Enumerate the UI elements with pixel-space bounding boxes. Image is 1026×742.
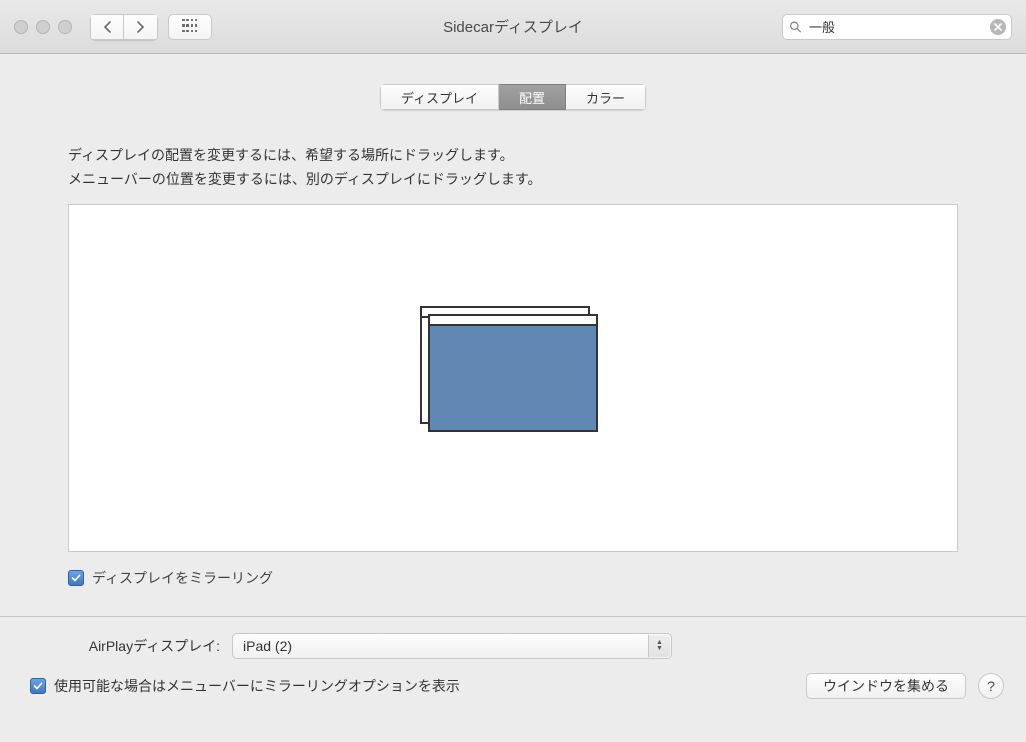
- question-icon: ?: [987, 678, 995, 694]
- mirror-displays-checkbox[interactable]: [68, 570, 84, 586]
- window-controls: [14, 20, 72, 34]
- forward-button[interactable]: [124, 14, 158, 40]
- gather-windows-button[interactable]: ウインドウを集める: [806, 673, 966, 699]
- close-window-button[interactable]: [14, 20, 28, 34]
- display-stack: [428, 314, 598, 442]
- zoom-window-button[interactable]: [58, 20, 72, 34]
- instructions: ディスプレイの配置を変更するには、希望する場所にドラッグします。 メニューバーの…: [68, 144, 958, 192]
- instruction-line-2: メニューバーの位置を変更するには、別のディスプレイにドラッグします。: [68, 168, 958, 192]
- help-button[interactable]: ?: [978, 673, 1004, 699]
- chevron-left-icon: [103, 21, 112, 33]
- tab-bar: ディスプレイ 配置 カラー: [0, 84, 1026, 110]
- check-icon: [33, 681, 43, 691]
- check-icon: [71, 573, 81, 583]
- close-icon: [994, 23, 1002, 31]
- show-all-button[interactable]: [168, 14, 212, 40]
- menubar-strip[interactable]: [430, 316, 596, 326]
- airplay-display-value: iPad (2): [243, 638, 292, 654]
- arrangement-area[interactable]: [68, 204, 958, 552]
- minimize-window-button[interactable]: [36, 20, 50, 34]
- airplay-display-popup[interactable]: iPad (2) ▲▼: [232, 633, 672, 659]
- tab-color[interactable]: カラー: [566, 84, 646, 110]
- clear-search-button[interactable]: [990, 19, 1006, 35]
- content: ディスプレイ 配置 カラー ディスプレイの配置を変更するには、希望する場所にドラ…: [0, 54, 1026, 699]
- toolbar: Sidecarディスプレイ: [0, 0, 1026, 54]
- show-mirroring-label: 使用可能な場合はメニューバーにミラーリングオプションを表示: [54, 676, 460, 696]
- chevron-right-icon: [136, 21, 145, 33]
- back-button[interactable]: [90, 14, 124, 40]
- airplay-label: AirPlayディスプレイ:: [30, 636, 220, 656]
- grid-icon: [182, 19, 198, 35]
- search-wrap: [782, 14, 1012, 40]
- bottom-row: 使用可能な場合はメニューバーにミラーリングオプションを表示 ウインドウを集める …: [0, 659, 1026, 699]
- nav-group: [90, 14, 158, 40]
- instruction-line-1: ディスプレイの配置を変更するには、希望する場所にドラッグします。: [68, 144, 958, 168]
- display-rect-primary[interactable]: [428, 314, 598, 432]
- search-input[interactable]: [782, 14, 1012, 40]
- airplay-row: AirPlayディスプレイ: iPad (2) ▲▼: [0, 617, 1026, 659]
- tab-arrangement[interactable]: 配置: [499, 84, 566, 110]
- popup-arrows-icon: ▲▼: [648, 635, 670, 657]
- search-icon: [789, 20, 802, 33]
- tab-display[interactable]: ディスプレイ: [380, 84, 499, 110]
- show-mirroring-checkbox[interactable]: [30, 678, 46, 694]
- mirror-displays-label: ディスプレイをミラーリング: [92, 568, 273, 588]
- mirror-displays-row: ディスプレイをミラーリング: [68, 568, 958, 588]
